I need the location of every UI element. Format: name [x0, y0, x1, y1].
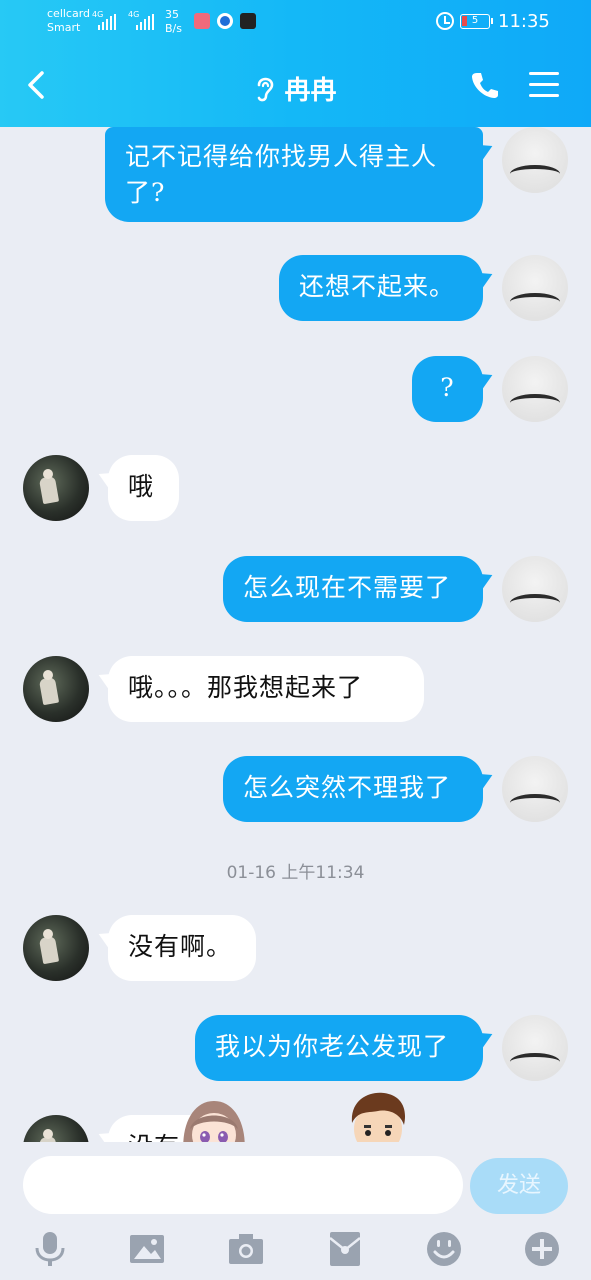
alarm-icon	[436, 12, 454, 30]
boy-sticker-icon	[351, 1092, 406, 1142]
outgoing-message[interactable]: 记不记得给你找男人得主人 了?	[105, 127, 483, 222]
contact-avatar[interactable]	[23, 915, 89, 981]
my-avatar[interactable]	[502, 1015, 568, 1081]
my-avatar[interactable]	[502, 756, 568, 822]
status-bar: cellcard Smart 4G 4G 35 B/s 5 11:35	[0, 0, 591, 48]
top-bar: cellcard Smart 4G 4G 35 B/s 5 11:35 冉冉	[0, 0, 591, 127]
my-avatar[interactable]	[502, 356, 568, 422]
my-avatar[interactable]	[502, 556, 568, 622]
image-icon[interactable]	[128, 1230, 166, 1268]
speed-unit: B/s	[165, 22, 182, 35]
battery-level: 5	[471, 15, 479, 26]
message-list[interactable]: 记不记得给你找男人得主人 了? 还想不起来。 ? 哦 怎么现在不需要了 哦。。。…	[0, 127, 591, 1142]
message-text: 了?	[125, 178, 166, 207]
message-text: 哦。。。那我想起来了	[128, 673, 364, 702]
outgoing-message[interactable]: 还想不起来。	[279, 255, 483, 321]
outgoing-message[interactable]: 怎么现在不需要了	[223, 556, 483, 622]
input-bar: 发送	[0, 1142, 591, 1280]
contact-avatar[interactable]	[23, 455, 89, 521]
signal-icon-2	[136, 14, 154, 30]
carrier-info: cellcard Smart	[47, 7, 90, 35]
contact-avatar[interactable]	[23, 1115, 89, 1142]
network-speed: 35 B/s	[165, 8, 182, 36]
microphone-icon[interactable]	[31, 1230, 69, 1268]
ear-icon[interactable]	[254, 75, 276, 103]
emoji-icon[interactable]	[425, 1230, 463, 1268]
menu-icon[interactable]	[529, 72, 559, 98]
message-text: 还想不起来。	[299, 272, 456, 301]
message-text: 哦	[128, 472, 155, 501]
notification-app-icon-2	[240, 13, 256, 29]
camera-icon[interactable]	[227, 1230, 265, 1268]
contact-avatar[interactable]	[23, 656, 89, 722]
signal-icon	[98, 14, 116, 30]
incoming-message[interactable]: 哦	[108, 455, 179, 521]
my-avatar[interactable]	[502, 127, 568, 193]
message-text: 我以为你老公发现了	[215, 1032, 450, 1061]
message-text: 怎么现在不需要了	[243, 573, 452, 602]
red-packet-icon[interactable]	[326, 1230, 364, 1268]
chat-title: 冉冉	[284, 76, 337, 106]
notification-browser-icon	[217, 13, 233, 29]
status-time: 11:35	[498, 11, 550, 32]
incoming-message[interactable]: 没有啊。	[108, 915, 256, 981]
speed-value: 35	[165, 8, 179, 21]
carrier-name: cellcard	[47, 7, 91, 20]
phone-call-icon[interactable]	[470, 70, 500, 100]
message-input[interactable]	[23, 1156, 463, 1214]
my-avatar[interactable]	[502, 255, 568, 321]
notification-app-icon	[194, 13, 210, 29]
message-text: 记不记得给你找男人得主人	[125, 142, 438, 171]
outgoing-message[interactable]: ?	[412, 356, 483, 422]
outgoing-message[interactable]: 怎么突然不理我了	[223, 756, 483, 822]
outgoing-message[interactable]: 我以为你老公发现了	[195, 1015, 483, 1081]
message-timestamp: 01-16 上午11:34	[226, 863, 365, 883]
battery-icon: 5	[460, 14, 493, 29]
message-text: 怎么突然不理我了	[243, 773, 452, 802]
chat-title-area: 冉冉	[0, 70, 591, 107]
message-text: ?	[440, 373, 455, 402]
incoming-message[interactable]: 哦。。。那我想起来了	[108, 656, 424, 722]
carrier-sub: Smart	[47, 21, 81, 34]
plus-icon[interactable]	[523, 1230, 561, 1268]
girl-sticker-icon	[183, 1101, 245, 1142]
send-button[interactable]: 发送	[470, 1158, 568, 1214]
message-text: 没有啊。	[128, 932, 233, 961]
chat-header: 冉冉	[0, 48, 591, 127]
